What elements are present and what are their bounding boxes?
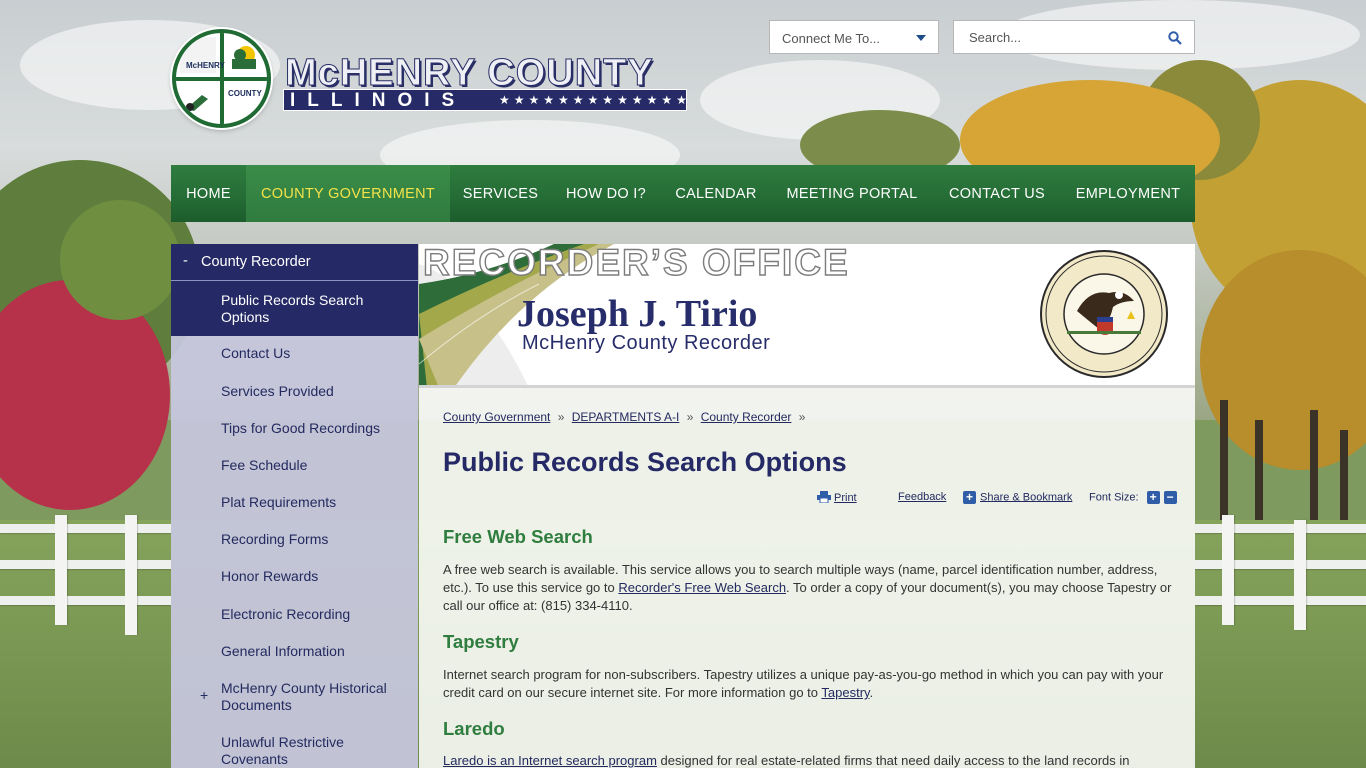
breadcrumb-departments-a-i[interactable]: DEPARTMENTS A-I (572, 410, 680, 424)
main-nav: HOME COUNTY GOVERNMENT SERVICES HOW DO I… (171, 165, 1195, 222)
recorder-role: McHenry County Recorder (522, 332, 771, 354)
chevron-down-icon (916, 35, 926, 41)
recorders-free-web-search-link[interactable]: Recorder's Free Web Search (618, 580, 786, 595)
nav-item-employment[interactable]: EMPLOYMENT (1061, 165, 1195, 222)
font-size-tool: Font Size: + − (1089, 491, 1177, 504)
nav-item-meeting-portal[interactable]: MEETING PORTAL (771, 165, 933, 222)
share-bookmark-link[interactable]: Share & Bookmark (980, 491, 1072, 503)
sidebar-item-electronic-recording[interactable]: Electronic Recording (171, 606, 418, 623)
section-heading-free-web-search: Free Web Search (443, 526, 593, 547)
nav-item-services[interactable]: SERVICES (450, 165, 551, 222)
tapestry-link[interactable]: Tapestry (821, 685, 869, 700)
sidebar-item-label: McHenry County Historical Documents (221, 680, 387, 713)
breadcrumb: County Government » DEPARTMENTS A-I » Co… (443, 410, 806, 424)
sidebar-item-recording-forms[interactable]: Recording Forms (171, 531, 418, 548)
printer-icon (817, 491, 831, 504)
print-tool[interactable]: Print (817, 491, 857, 504)
page-title: Public Records Search Options (443, 447, 847, 477)
font-size-label: Font Size: (1089, 491, 1139, 504)
search-box (953, 20, 1195, 54)
font-decrease-button[interactable]: − (1163, 491, 1177, 504)
logo-label-top: McHENRY (186, 61, 225, 70)
print-link[interactable]: Print (834, 492, 857, 504)
search-icon[interactable] (1168, 31, 1182, 45)
nav-item-county-government[interactable]: COUNTY GOVERNMENT (246, 165, 450, 222)
free-web-search-text: A free web search is available. This ser… (443, 562, 1172, 613)
section-heading-tapestry: Tapestry (443, 631, 519, 652)
sidebar-item-historical-documents[interactable]: + McHenry County Historical Documents (171, 680, 418, 714)
sidebar-item-services-provided[interactable]: Services Provided (171, 383, 418, 400)
sidebar-item-general-information[interactable]: General Information (171, 643, 418, 660)
nav-item-how-do-i[interactable]: HOW DO I? (551, 165, 661, 222)
sidebar-item-contact-us[interactable]: Contact Us (171, 345, 418, 362)
logo-label-bottom: COUNTY (228, 89, 262, 98)
state-band: ILLINOIS ★★★★★★★★★★★★★ (283, 89, 687, 111)
search-input[interactable] (954, 21, 1154, 53)
sidebar: - County Recorder Public Records Search … (171, 244, 418, 768)
office-title: RECORDER’S OFFICE (422, 244, 850, 284)
laredo-text: Laredo is an Internet search program des… (443, 753, 1130, 768)
recorder-name: Joseph J. Tirio (517, 293, 758, 335)
nav-item-contact-us[interactable]: CONTACT US (933, 165, 1061, 222)
sidebar-item-honor-rewards[interactable]: Honor Rewards (171, 568, 418, 585)
sidebar-item-fee-schedule[interactable]: Fee Schedule (171, 457, 418, 474)
nav-item-home[interactable]: HOME (171, 165, 246, 222)
recorder-banner: RECORDER’S OFFICE Joseph J. Tirio McHenr… (419, 244, 1195, 388)
breadcrumb-county-recorder[interactable]: County Recorder (701, 410, 792, 424)
main-content: RECORDER’S OFFICE Joseph J. Tirio McHenr… (419, 244, 1195, 768)
sidebar-heading-label: County Recorder (201, 254, 311, 270)
breadcrumb-county-government[interactable]: County Government (443, 410, 550, 424)
sidebar-item-unlawful-restrictive-covenants[interactable]: Unlawful Restrictive Covenants (171, 734, 418, 768)
sidebar-item-tips-for-good-recordings[interactable]: Tips for Good Recordings (171, 420, 418, 437)
share-plus-icon: + (963, 491, 976, 504)
feedback-tool[interactable]: Feedback (898, 491, 946, 503)
tapestry-text: Internet search program for non-subscrib… (443, 667, 1164, 700)
stars-decoration: ★★★★★★★★★★★★★ (499, 93, 691, 107)
laredo-link[interactable]: Laredo is an Internet search program (443, 753, 657, 768)
sidebar-item-plat-requirements[interactable]: Plat Requirements (171, 494, 418, 511)
section-heading-laredo: Laredo (443, 718, 505, 739)
feedback-link[interactable]: Feedback (898, 491, 946, 503)
state-name: ILLINOIS (290, 90, 467, 111)
county-logo-seal[interactable]: McHENRY COUNTY (172, 29, 271, 128)
collapse-toggle[interactable]: - (183, 253, 188, 269)
sidebar-heading-county-recorder[interactable]: - County Recorder (171, 244, 418, 281)
nav-item-calendar[interactable]: CALENDAR (661, 165, 771, 222)
expand-toggle[interactable]: + (200, 687, 208, 704)
sidebar-item-public-records-search-options[interactable]: Public Records Search Options (171, 281, 418, 336)
connect-me-to-label: Connect Me To... (782, 31, 881, 46)
connect-me-to-dropdown[interactable]: Connect Me To... (769, 20, 939, 54)
share-tool[interactable]: + Share & Bookmark (963, 491, 1072, 504)
font-increase-button[interactable]: + (1146, 491, 1160, 504)
county-seal (1040, 250, 1168, 378)
